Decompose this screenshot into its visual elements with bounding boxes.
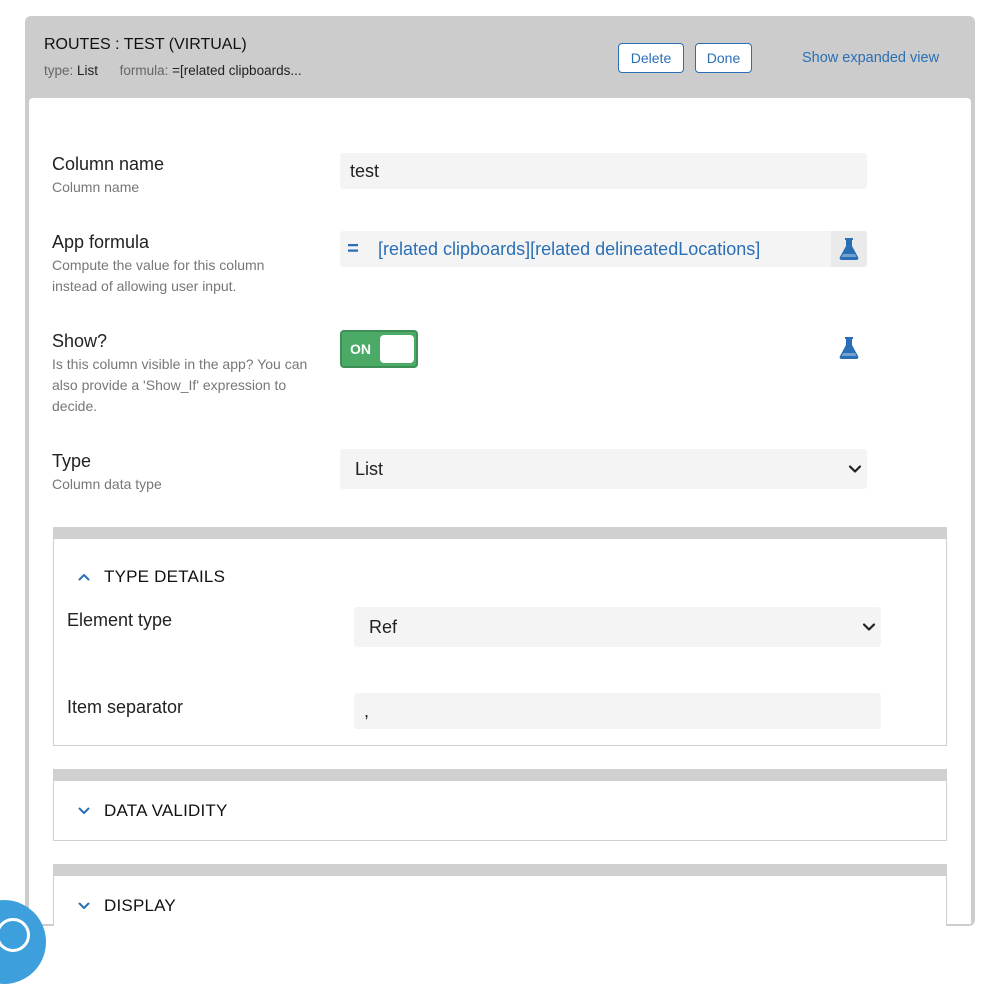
chevron-down-icon [76,803,92,819]
panel-body: Column name Column name test App formula… [29,98,971,926]
element-type-value: Ref [369,616,398,637]
equals-icon: = [347,237,359,260]
toggle-knob [380,335,414,363]
show-label: Show? [52,331,108,351]
type-details-title: TYPE DETAILS [104,567,226,586]
toggle-state-label: ON [350,341,371,357]
show-toggle[interactable]: ON [340,330,418,368]
show-help: Is this column visible in the app? You c… [52,356,308,414]
column-name-help: Column name [52,179,140,195]
panel-header: ROUTES : TEST (VIRTUAL) type: List formu… [25,16,975,98]
type-meta-value: List [77,63,99,78]
flask-icon[interactable] [831,330,867,366]
column-name-input[interactable]: test [340,153,867,189]
type-meta-label: type: [44,63,74,78]
show-expanded-view-link[interactable]: Show expanded view [802,50,939,66]
element-type-select[interactable]: Ref [354,607,881,647]
chevron-down-icon [861,619,877,640]
element-type-label: Element type [67,610,173,630]
type-label: Type [52,451,92,471]
app-formula-label: App formula [52,232,150,252]
app-formula-input[interactable]: = [related clipboards][related delineate… [340,231,867,267]
chevron-down-icon [76,898,92,914]
display-section: DISPLAY [53,864,947,926]
column-summary: type: List formula: =[related clipboards… [44,63,302,78]
chevron-up-icon [76,569,92,585]
formula-meta-value: =[related clipboards... [172,63,302,78]
help-ring [0,918,30,952]
column-editor-panel: ROUTES : TEST (VIRTUAL) type: List formu… [25,16,975,926]
column-name-label: Column name [52,154,165,174]
formula-meta-label: formula: [119,63,169,78]
item-separator-input[interactable]: , [354,693,881,729]
flask-icon[interactable] [831,231,867,267]
done-button[interactable]: Done [695,43,752,73]
data-validity-header[interactable]: DATA VALIDITY [76,801,228,821]
data-validity-title: DATA VALIDITY [104,801,228,820]
app-formula-value[interactable]: [related clipboards][related delineatedL… [378,239,831,260]
display-header[interactable]: DISPLAY [76,896,176,916]
type-select[interactable]: List [340,449,867,489]
item-separator-label: Item separator [67,697,184,717]
data-validity-section: DATA VALIDITY [53,769,947,841]
delete-button[interactable]: Delete [618,43,684,73]
type-details-section: TYPE DETAILS Element type Ref Item separ… [53,527,947,746]
app-formula-help: Compute the value for this column instea… [52,257,265,294]
type-help: Column data type [52,476,162,492]
type-select-value: List [355,458,384,479]
type-details-header[interactable]: TYPE DETAILS [76,567,225,587]
panel-title: ROUTES : TEST (VIRTUAL) [44,36,247,53]
display-title: DISPLAY [104,896,176,915]
chevron-down-icon [847,461,863,482]
